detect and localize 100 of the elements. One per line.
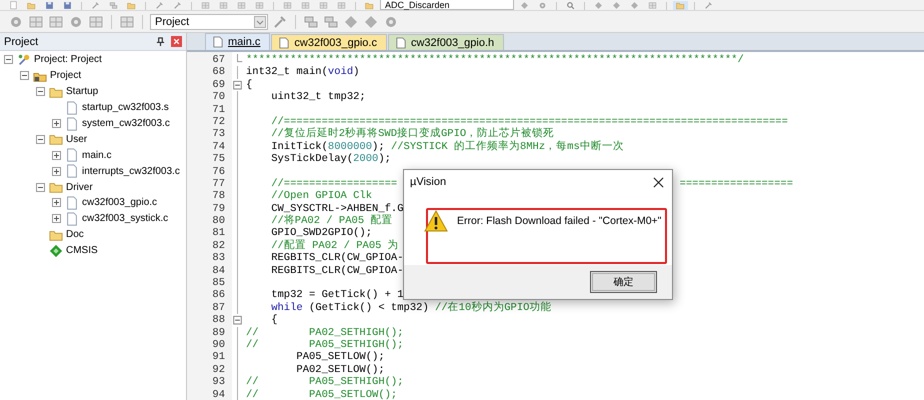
- line-number: 78: [211, 190, 226, 203]
- pin-icon[interactable]: [156, 37, 165, 46]
- line-number: 87: [211, 302, 226, 314]
- line-number: 74: [211, 140, 226, 154]
- target-icon: [17, 52, 31, 67]
- tree-item[interactable]: Project: Project: [34, 54, 102, 66]
- error-message: Error: Flash Download failed - "Cortex-M0+": [457, 214, 662, 227]
- tree-item[interactable]: Project: [50, 70, 82, 82]
- close-icon[interactable]: [653, 176, 664, 188]
- line-number: 84: [211, 264, 226, 278]
- grid-icon[interactable]: [88, 14, 104, 30]
- tree-item[interactable]: User: [66, 134, 88, 145]
- ok-button[interactable]: 确定: [590, 271, 657, 293]
- tree-item[interactable]: cw32f003_gpio.c: [82, 197, 158, 208]
- tree-item[interactable]: Doc: [66, 229, 84, 240]
- collapse-icon[interactable]: [36, 87, 45, 96]
- collapse-icon[interactable]: [36, 134, 45, 144]
- windows-icon[interactable]: [323, 14, 339, 30]
- folder-icon: [49, 180, 63, 194]
- line-number: 86: [211, 289, 226, 302]
- expand-icon[interactable]: [52, 150, 61, 160]
- document-icon: [65, 116, 79, 130]
- diamond-icon: [49, 244, 63, 258]
- document-icon: [396, 36, 406, 48]
- line-number: 77: [211, 178, 226, 190]
- folder-icon[interactable]: [673, 1, 688, 10]
- line-number: 69: [211, 78, 226, 92]
- tree-item[interactable]: cw32f003_systick.c: [82, 213, 168, 224]
- line-number: 67: [211, 54, 226, 66]
- expand-icon[interactable]: [52, 166, 61, 176]
- panel-title: Project: [4, 36, 40, 48]
- line-number: 89: [211, 326, 226, 339]
- collapse-icon[interactable]: [232, 78, 243, 92]
- document-icon: [65, 164, 79, 178]
- line-number: 79: [211, 202, 226, 216]
- line-number: 75: [211, 153, 226, 166]
- code-line: GPIO_SWD2GPIO();: [270, 227, 372, 240]
- code-line: {: [270, 314, 278, 327]
- tree-item[interactable]: CMSIS: [66, 245, 98, 256]
- tree-item[interactable]: startup_cw32f003.s: [82, 102, 169, 114]
- line-number: 68: [211, 66, 226, 79]
- grid-icon[interactable]: [28, 14, 44, 30]
- code-line: uint32_t tmp32;: [270, 91, 366, 104]
- grid-icon[interactable]: [48, 14, 64, 30]
- collapse-icon[interactable]: [20, 71, 29, 80]
- expand-icon[interactable]: [52, 214, 61, 224]
- code-line: // PA05_SETLOW();: [245, 388, 398, 400]
- code-line: // PA02_SETHIGH();: [245, 326, 404, 339]
- editor-tab[interactable]: main.c: [205, 33, 270, 50]
- expand-icon[interactable]: [52, 119, 61, 128]
- diamond-icon[interactable]: [343, 14, 359, 30]
- code-line: //==================: [270, 178, 398, 190]
- tree-item[interactable]: system_cw32f003.c: [82, 118, 170, 129]
- target-dropdown[interactable]: ADC_Discarden: [380, 0, 514, 10]
- code-line: ==================: [678, 178, 793, 190]
- editor-tab[interactable]: cw32f003_gpio.c: [271, 34, 387, 50]
- code-line: PA02_SETLOW();: [295, 364, 385, 376]
- target-dropdown[interactable]: Project: [150, 14, 268, 30]
- code-line: //将PA02 / PA05 配置: [270, 215, 392, 228]
- code-line: while (GetTick() < tmp32) //在10秒内为GPIO功能: [270, 302, 552, 314]
- expand-icon[interactable]: [52, 198, 61, 208]
- line-number: 90: [211, 338, 226, 352]
- line-number: 72: [211, 116, 226, 128]
- windows-icon[interactable]: [303, 14, 319, 30]
- code-line: // PA05_SETHIGH();: [245, 338, 404, 351]
- collapse-icon[interactable]: [232, 314, 243, 327]
- line-number: 91: [211, 351, 226, 364]
- wand-icon[interactable]: [272, 14, 288, 30]
- code-line: //================================================================================: [270, 116, 788, 128]
- collapse-icon[interactable]: [4, 55, 13, 64]
- line-number: 71: [211, 104, 226, 116]
- line-number: 83: [211, 252, 226, 265]
- line-number: 93: [211, 376, 226, 389]
- code-line: CW_SYSCTRL->AHBEN_f.G: [270, 202, 404, 215]
- document-icon: [65, 100, 79, 115]
- tree-item[interactable]: Startup: [66, 86, 98, 98]
- code-line: REGBITS_CLR(CW_GPIOA-: [270, 252, 404, 265]
- document-icon: [279, 36, 290, 48]
- diamond-icon[interactable]: [363, 14, 379, 30]
- code-line: InitTick(8000000); //SYSTICK 的工作频率为8MHz，每ms中断一次: [270, 140, 624, 153]
- line-number: 94: [211, 388, 226, 400]
- tree-item[interactable]: main.c: [82, 150, 112, 161]
- tree-item[interactable]: Driver: [66, 182, 93, 193]
- warning-icon: [424, 210, 448, 232]
- code-line: REGBITS_CLR(CW_GPIOA-: [270, 264, 404, 278]
- tree-item[interactable]: interrupts_cw32f003.c: [82, 166, 180, 177]
- document-icon: [65, 196, 79, 210]
- code-line: ******************************************************************************/: [245, 54, 744, 66]
- editor-tab[interactable]: cw32f003_gpio.h: [388, 34, 504, 50]
- document-icon: [213, 36, 223, 48]
- code-line: // PA05_SETHIGH();: [245, 376, 404, 389]
- line-number: 88: [211, 314, 226, 327]
- grid-icon[interactable]: [119, 14, 135, 30]
- folder-icon: [49, 132, 63, 146]
- line-number: 73: [211, 128, 226, 141]
- code-line: PA05_SETLOW();: [295, 351, 385, 364]
- dialog-title: µVision: [410, 176, 448, 188]
- collapse-icon[interactable]: [36, 182, 45, 192]
- dropdown-icon[interactable]: [254, 16, 266, 28]
- line-number: 85: [211, 277, 226, 290]
